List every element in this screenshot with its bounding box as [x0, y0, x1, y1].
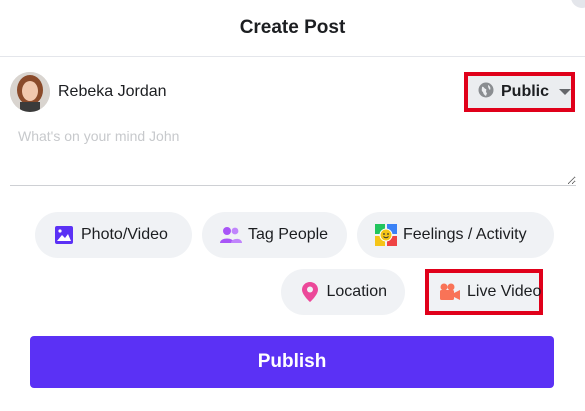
location-button[interactable]: Location: [281, 269, 405, 315]
people-icon: [220, 224, 242, 246]
photo-video-label: Photo/Video: [81, 226, 168, 243]
feelings-activity-label: Feelings / Activity: [403, 226, 527, 243]
tag-people-label: Tag People: [248, 226, 329, 243]
user-row: Rebeka Jordan: [10, 72, 167, 112]
user-name: Rebeka Jordan: [58, 83, 167, 100]
location-label: Location: [326, 283, 388, 300]
privacy-selector[interactable]: Public: [464, 72, 575, 112]
post-text-input[interactable]: [10, 122, 576, 186]
video-camera-icon: [439, 281, 461, 303]
location-pin-icon: [299, 281, 321, 303]
live-video-label: Live Video: [467, 283, 542, 300]
avatar: [10, 72, 50, 112]
dialog-title: Create Post: [239, 17, 346, 38]
photo-video-button[interactable]: Photo/Video: [35, 212, 192, 258]
dialog-header: Create Post: [0, 0, 585, 57]
tag-people-button[interactable]: Tag People: [202, 212, 347, 258]
privacy-label: Public: [501, 83, 550, 100]
emoji-icon: [375, 224, 397, 246]
photo-icon: [53, 224, 75, 246]
chevron-down-icon: [559, 89, 572, 95]
publish-button[interactable]: Publish: [30, 336, 554, 388]
globe-icon: [478, 82, 494, 103]
feelings-activity-button[interactable]: Feelings / Activity: [357, 212, 554, 258]
live-video-button[interactable]: Live Video: [425, 269, 543, 315]
